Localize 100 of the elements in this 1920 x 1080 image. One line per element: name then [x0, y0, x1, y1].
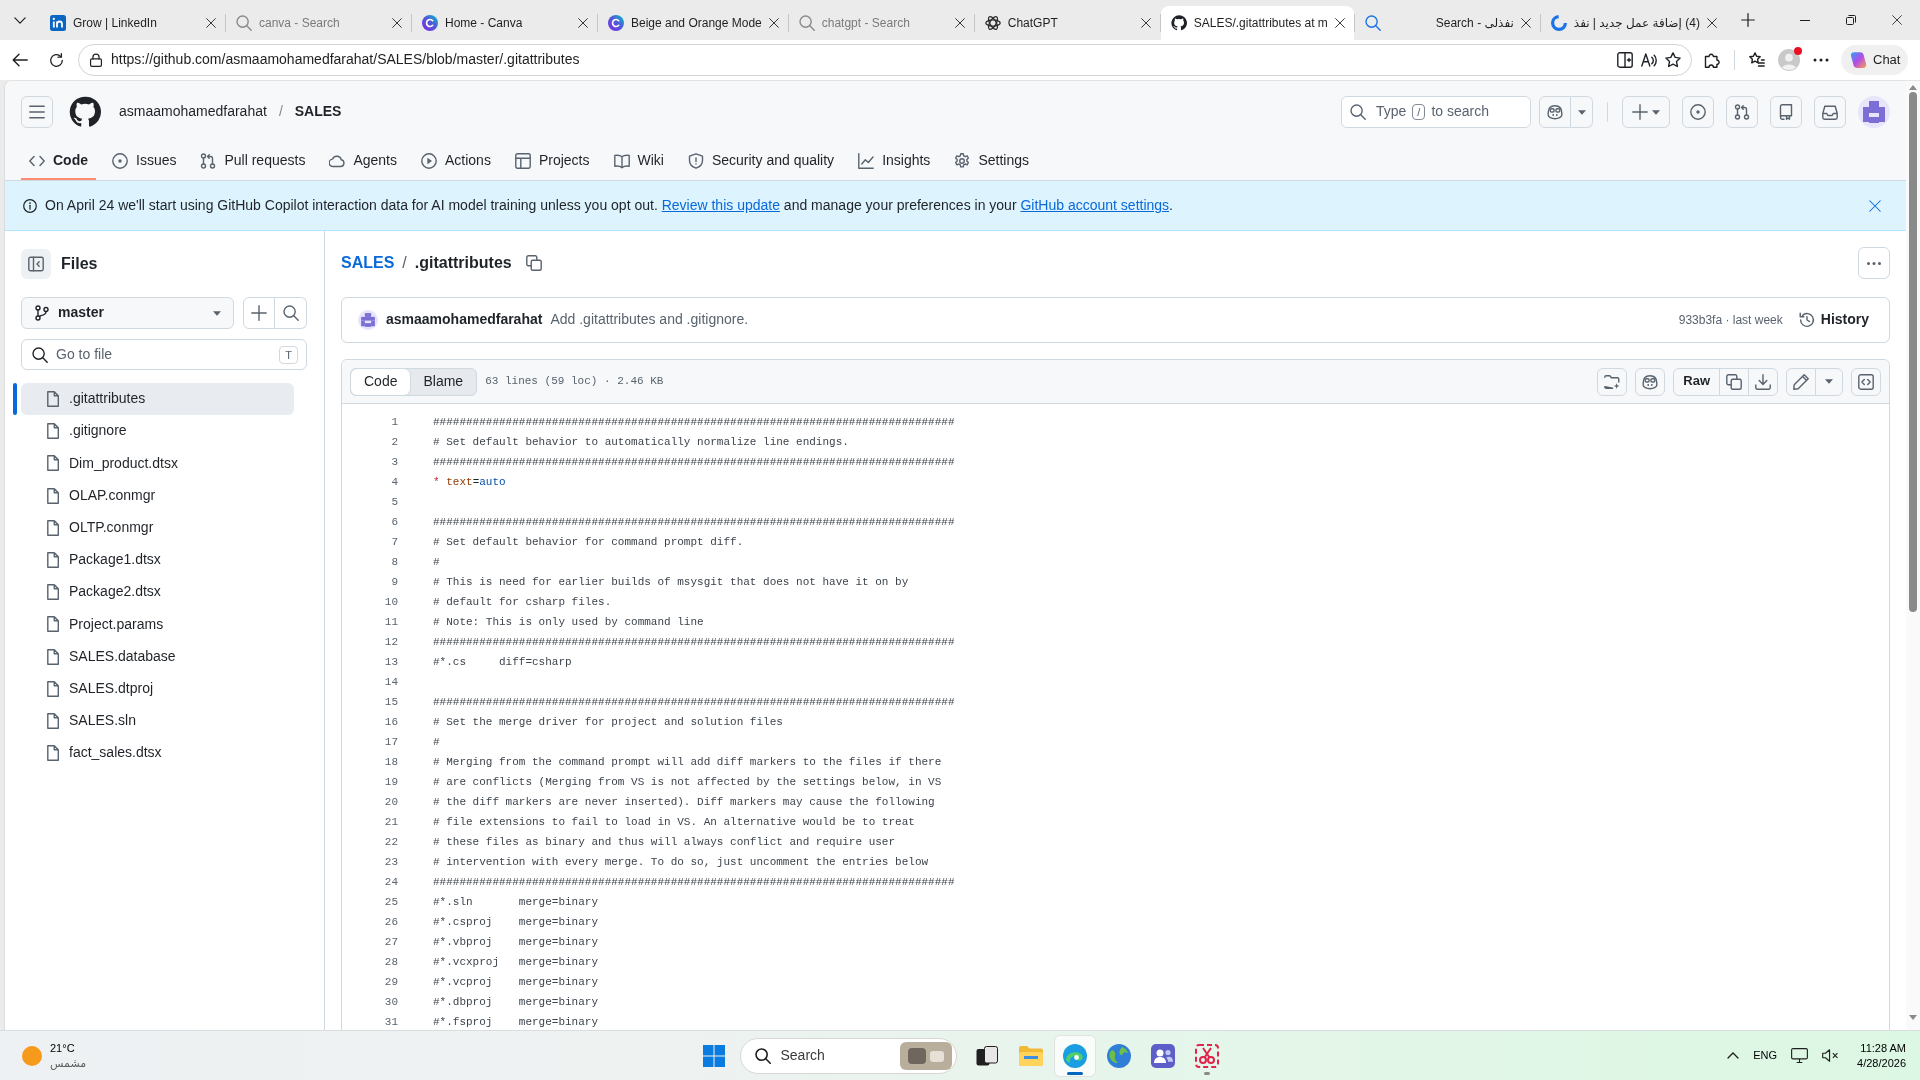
- repo-tab[interactable]: Agents: [321, 143, 405, 180]
- view-tab[interactable]: Code: [351, 368, 411, 395]
- repositories-button[interactable]: [1770, 96, 1802, 128]
- create-new-button[interactable]: [1622, 96, 1670, 128]
- assistant-menu-button[interactable]: [1571, 96, 1593, 128]
- repo-tab[interactable]: Pull requests: [192, 143, 314, 180]
- avatar-icon[interactable]: [358, 310, 378, 330]
- browser-tab[interactable]: (4) إضافة عمل جديد | نفذ: [1540, 6, 1726, 40]
- commit-message-link[interactable]: Add .gitattributes and .gitignore.: [550, 310, 749, 330]
- repo-tab[interactable]: Actions: [413, 143, 499, 180]
- file-tree-item[interactable]: Project.params: [21, 608, 294, 641]
- search-button[interactable]: [275, 297, 307, 329]
- taskbar-clock[interactable]: 11:28 AM 4/28/2026: [1853, 1040, 1910, 1071]
- swirl-icon: [1062, 1043, 1087, 1068]
- muted-speaker-icon[interactable]: [1822, 1049, 1840, 1062]
- file-filter-input[interactable]: Go to file: [56, 344, 272, 365]
- scrollbar-thumb[interactable]: [1909, 92, 1917, 612]
- repo-tab[interactable]: Projects: [506, 143, 598, 180]
- file-tree-item[interactable]: fact_sales.dtsx: [21, 737, 294, 770]
- notice-link[interactable]: Review this update: [661, 196, 780, 213]
- repo-tab[interactable]: Insights: [850, 143, 939, 180]
- chevron-up-icon[interactable]: [1727, 1052, 1740, 1059]
- taskbar-search[interactable]: Search: [739, 1037, 957, 1074]
- close-icon[interactable]: [768, 18, 779, 28]
- vertical-scrollbar[interactable]: [1906, 81, 1920, 1030]
- download-button[interactable]: [1748, 367, 1778, 396]
- up-arrow-icon[interactable]: [1909, 85, 1917, 90]
- file-tree-item[interactable]: SALES.database: [21, 640, 294, 673]
- browser-tab[interactable]: Beige and Orange Mode: [598, 6, 788, 40]
- chat-button[interactable]: Chat: [1841, 45, 1909, 75]
- add-file-button[interactable]: [243, 297, 275, 329]
- file-tree-item[interactable]: SALES.dtproj: [21, 672, 294, 705]
- browser-tab[interactable]: ChatGPT: [974, 6, 1160, 40]
- file-tree-item[interactable]: .gitattributes: [21, 383, 294, 415]
- symbols-button[interactable]: [1851, 367, 1881, 396]
- history-button[interactable]: History: [1790, 306, 1877, 334]
- file-tree-item[interactable]: .gitignore: [21, 415, 294, 448]
- close-icon[interactable]: [1140, 18, 1151, 28]
- read-aloud-icon[interactable]: [1641, 52, 1657, 68]
- browser-tab[interactable]: Home - Canva: [412, 6, 597, 40]
- repo-link[interactable]: SALES: [294, 102, 342, 122]
- file-tree-item[interactable]: Dim_product.dtsx: [21, 447, 294, 480]
- side-panel-icon: [28, 256, 44, 272]
- repo-tab[interactable]: Issues: [104, 143, 185, 180]
- browser-tab[interactable]: SALES/.gitattributes at m: [1160, 6, 1354, 40]
- breadcrumb-link[interactable]: SALES: [341, 251, 395, 275]
- menu-button[interactable]: [21, 96, 53, 128]
- down-arrow-icon[interactable]: [1909, 1015, 1917, 1020]
- person-avatar-icon: [1778, 49, 1800, 71]
- close-icon[interactable]: [1520, 18, 1531, 28]
- edit-menu-button[interactable]: [1815, 367, 1843, 396]
- assistant-button[interactable]: [1635, 367, 1666, 396]
- collapse-sidebar-button[interactable]: [21, 249, 51, 279]
- avatar-icon[interactable]: [1858, 96, 1890, 128]
- close-icon[interactable]: [206, 18, 216, 28]
- close-icon[interactable]: [578, 18, 588, 28]
- file-tree-item[interactable]: SALES.sln: [21, 704, 294, 737]
- inbox-button[interactable]: [1814, 96, 1846, 128]
- copy-button[interactable]: [1719, 367, 1749, 396]
- code-line: ###############################################################################: [433, 515, 955, 530]
- file-tree-item[interactable]: Package1.dtsx: [21, 543, 294, 576]
- pull-requests-button[interactable]: [1726, 96, 1758, 128]
- file-filter-field[interactable]: Go to file T: [21, 339, 307, 370]
- close-icon[interactable]: [1334, 18, 1345, 28]
- language-indicator[interactable]: ENG: [1753, 1047, 1778, 1064]
- owner-link[interactable]: asmaamohamedfarahat: [119, 102, 267, 122]
- code-line: #*.vbproj merge=binary: [433, 935, 599, 950]
- close-icon[interactable]: [392, 18, 402, 28]
- issues-button[interactable]: [1682, 96, 1714, 128]
- add-to-context-button[interactable]: [1597, 367, 1628, 396]
- browser-tab[interactable]: canva - Search: [226, 6, 411, 40]
- file-tree-item[interactable]: Package2.dtsx: [21, 576, 294, 609]
- line-number: 22: [384, 836, 398, 848]
- search-field[interactable]: Type / to search: [1341, 96, 1531, 128]
- split-screen-icon[interactable]: [1617, 52, 1633, 68]
- file-tree-item[interactable]: OLAP.conmgr: [21, 479, 294, 512]
- browser-tab[interactable]: chatgpt - Search: [788, 6, 974, 40]
- author-link[interactable]: asmaamohamedfarahat: [386, 310, 543, 330]
- minimize-icon: [1800, 19, 1810, 21]
- cat-logo-icon: [1170, 15, 1187, 31]
- file-tree-item[interactable]: OLTP.conmgr: [21, 511, 294, 544]
- address-bar[interactable]: https://github.com/asmaamohamedfarahat/SALES/blob/master/.gitattributes: [78, 44, 1692, 76]
- close-icon[interactable]: [954, 18, 965, 28]
- close-icon[interactable]: [1706, 18, 1717, 28]
- monitor-icon[interactable]: [1791, 1048, 1809, 1063]
- close-icon: [1869, 199, 1881, 212]
- star-icon[interactable]: [1665, 52, 1681, 68]
- browser-tab[interactable]: Grow | LinkedIn: [40, 6, 225, 40]
- code-line: #*.dbproj merge=binary: [433, 995, 599, 1010]
- edit-button[interactable]: [1786, 367, 1816, 396]
- repo-tab[interactable]: Settings: [946, 143, 1037, 180]
- repo-tab[interactable]: Security and quality: [679, 143, 843, 180]
- browser-tab[interactable]: نفذلى - Search: [1354, 6, 1540, 40]
- raw-button[interactable]: Raw: [1673, 367, 1720, 396]
- branch-selector[interactable]: master: [21, 297, 234, 329]
- view-tab[interactable]: Blame: [410, 368, 477, 395]
- repo-tab[interactable]: Wiki: [605, 143, 672, 180]
- assistant-button[interactable]: [1539, 96, 1571, 128]
- address-field[interactable]: https://github.com/asmaamohamedfarahat/SALES/blob/master/.gitattributes: [111, 50, 1609, 70]
- cat-logo-icon[interactable]: [69, 96, 101, 128]
